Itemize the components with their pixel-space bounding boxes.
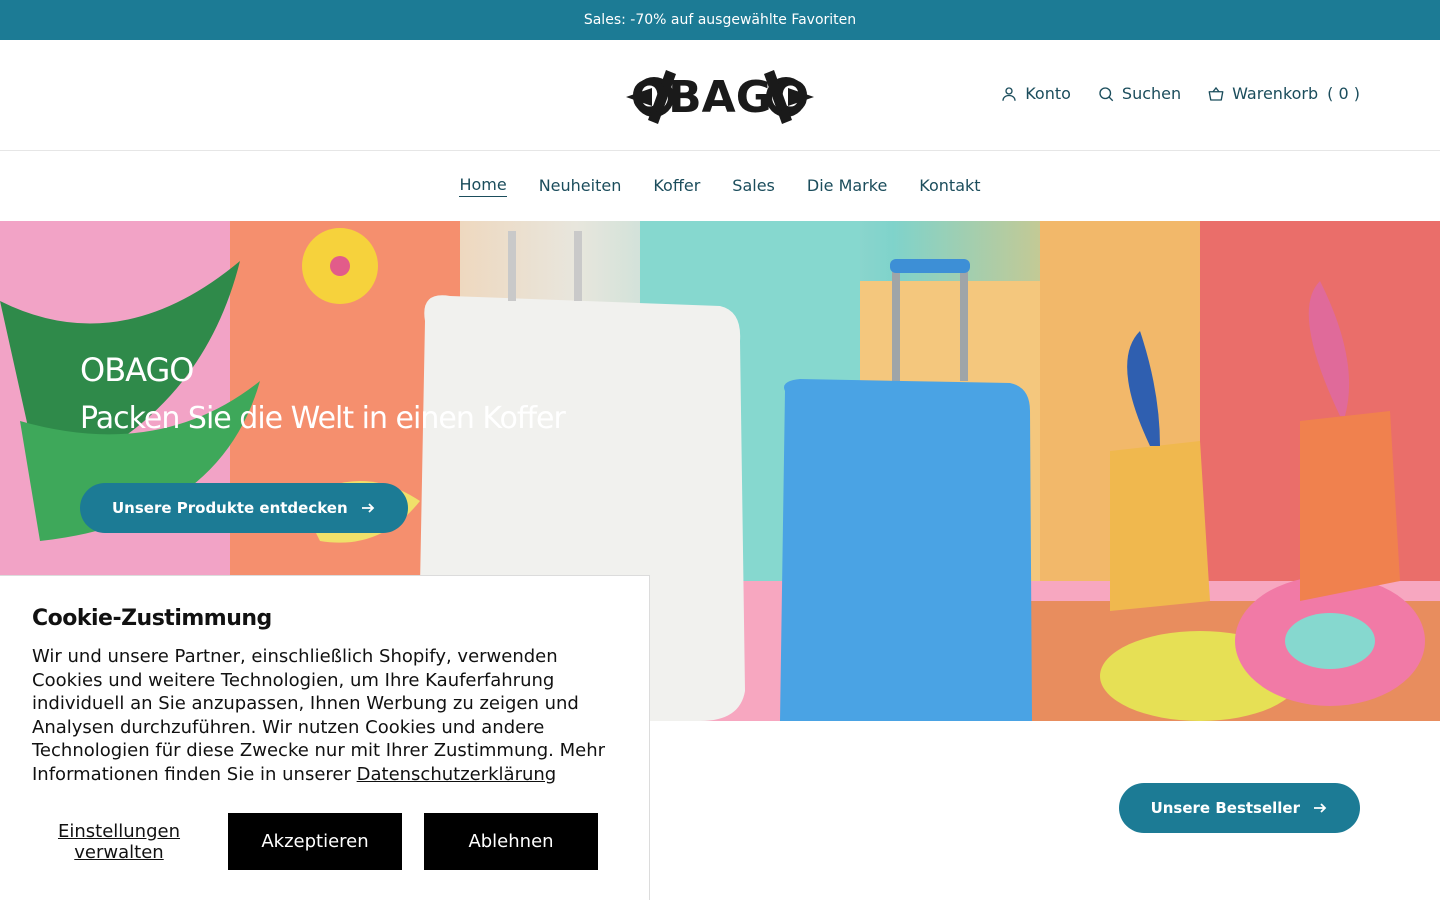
- cart-link[interactable]: Warenkorb ( 0 ): [1207, 84, 1360, 103]
- search-label: Suchen: [1121, 84, 1182, 103]
- nav-item-sales[interactable]: Sales: [732, 176, 775, 197]
- cookie-actions: Einstellungen verwalten Akzeptieren Able…: [32, 813, 617, 870]
- search-icon: [1099, 86, 1114, 101]
- bestsellers-button[interactable]: Unsere Bestseller: [1118, 783, 1360, 833]
- nav-item-neuheiten[interactable]: Neuheiten: [539, 176, 622, 197]
- arrow-right-icon: [1314, 803, 1327, 813]
- search-link[interactable]: Suchen: [1097, 84, 1181, 103]
- cookie-description: Wir und unsere Partner, einschließlich S…: [32, 645, 617, 786]
- hero-text: OBAGO Packen Sie die Welt in einen Koffe…: [80, 351, 566, 436]
- discover-products-button[interactable]: Unsere Produkte entdecken: [80, 483, 408, 533]
- bestsellers-label: Unsere Bestseller: [1150, 799, 1300, 817]
- basket-icon: [1208, 86, 1224, 101]
- cookie-title: Cookie-Zustimmung: [32, 606, 272, 631]
- nav-item-kontakt[interactable]: Kontakt: [919, 176, 980, 197]
- decline-cookies-button[interactable]: Ablehnen: [424, 813, 598, 870]
- nav-item-home[interactable]: Home: [459, 175, 507, 197]
- account-label: Konto: [1025, 84, 1071, 103]
- cart-count: ( 0 ): [1327, 84, 1360, 103]
- main-navigation: Home Neuheiten Koffer Sales Die Marke Ko…: [0, 151, 1440, 221]
- user-icon: [1002, 86, 1016, 101]
- accept-cookies-button[interactable]: Akzeptieren: [228, 813, 402, 870]
- brand-logo[interactable]: OBAGO: [626, 62, 814, 132]
- nav-item-die-marke[interactable]: Die Marke: [807, 176, 887, 197]
- privacy-policy-link[interactable]: Datenschutzerklärung: [357, 764, 557, 785]
- hero-subtitle: Packen Sie die Welt in einen Koffer: [80, 401, 566, 436]
- hero-title: OBAGO: [80, 351, 194, 389]
- logo-mark: OBAGO: [626, 70, 814, 124]
- discover-products-label: Unsere Produkte entdecken: [112, 499, 348, 517]
- arrow-right-icon: [361, 503, 374, 513]
- logo-wordmark: OBAGO: [631, 72, 810, 123]
- manage-settings-link[interactable]: Einstellungen verwalten: [32, 821, 206, 863]
- announcement-text: Sales: -70% auf ausgewählte Favoriten: [583, 12, 857, 28]
- nav-item-koffer[interactable]: Koffer: [653, 176, 700, 197]
- account-link[interactable]: Konto: [1000, 84, 1071, 103]
- header-utilities: Konto Suchen Warenkorb ( 0 ): [1000, 84, 1360, 103]
- site-header: OBAGO Konto Suchen Warenkorb ( 0 ): [0, 40, 1440, 151]
- cart-label: Warenkorb: [1232, 84, 1319, 103]
- announcement-bar: Sales: -70% auf ausgewählte Favoriten: [0, 0, 1440, 40]
- cookie-consent-banner: Cookie-Zustimmung Wir und unsere Partner…: [0, 575, 650, 900]
